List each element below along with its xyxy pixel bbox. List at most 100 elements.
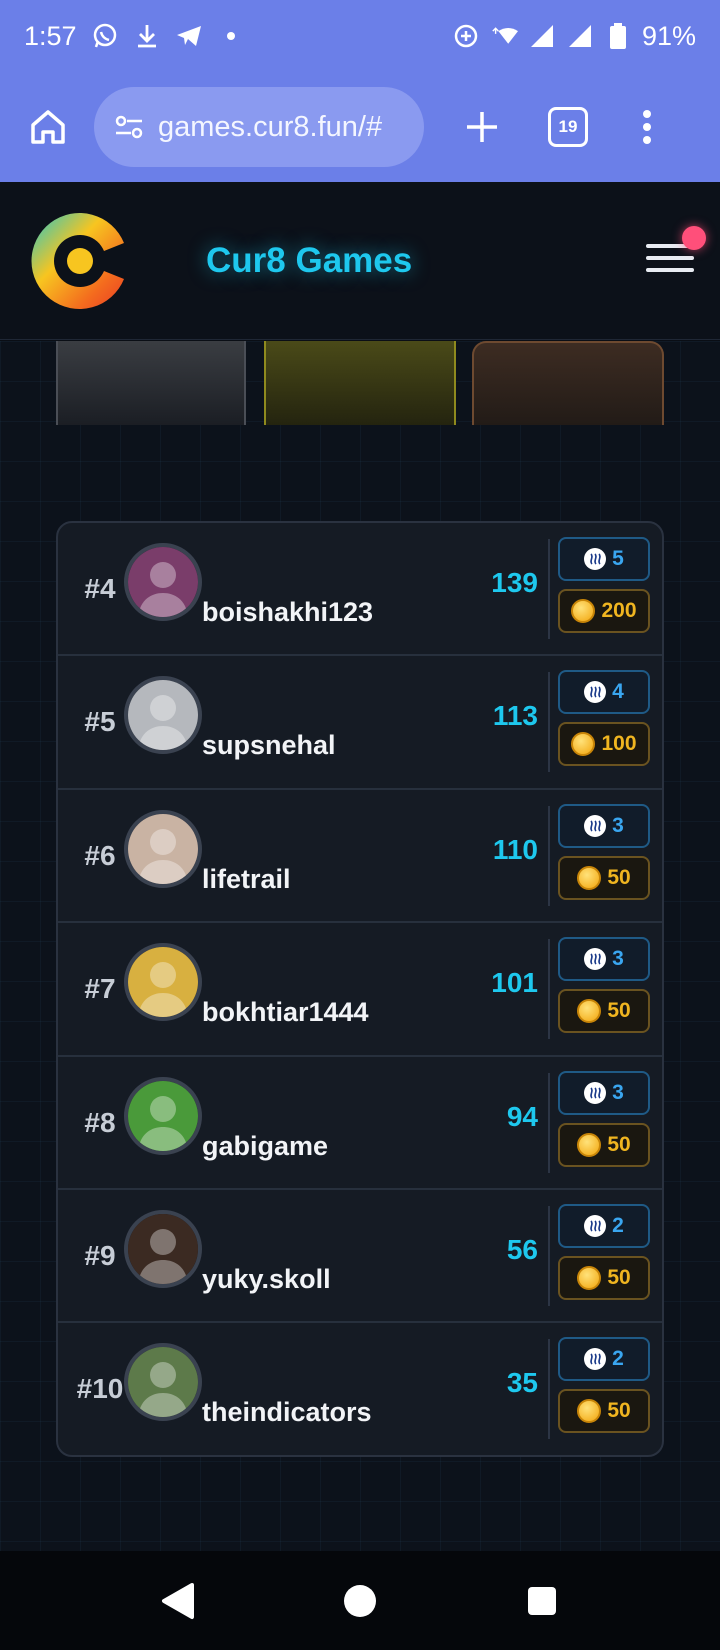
tab-switcher-button[interactable]: 19 bbox=[548, 107, 588, 147]
leaderboard-row[interactable]: #9 yuky.skoll 56 2 50 bbox=[58, 1190, 662, 1324]
score: 113 bbox=[492, 700, 538, 732]
cur8-logo[interactable] bbox=[24, 205, 136, 317]
steem-icon bbox=[584, 948, 607, 971]
status-bar: 1:57 91% bbox=[0, 0, 720, 72]
more-vert-icon bbox=[643, 110, 651, 144]
username[interactable]: lifetrail bbox=[202, 864, 291, 895]
signal-icon-2 bbox=[566, 22, 594, 50]
score: 139 bbox=[491, 567, 538, 598]
home-icon bbox=[31, 110, 65, 144]
rank-label: #9 bbox=[84, 1239, 116, 1271]
username[interactable]: theindicators bbox=[202, 1397, 372, 1428]
back-icon[interactable] bbox=[160, 1581, 196, 1621]
app-header: Cur8 Games bbox=[0, 182, 720, 340]
app-title: Cur8 Games bbox=[206, 240, 413, 280]
coin-icon bbox=[577, 1132, 602, 1157]
coin-amount: 200 bbox=[601, 599, 637, 622]
coin-reward-badge: 50 bbox=[558, 1255, 650, 1300]
coin-amount: 50 bbox=[607, 1399, 631, 1423]
coin-reward-badge: 50 bbox=[558, 1389, 650, 1434]
steem-icon bbox=[584, 814, 607, 837]
leaderboard-list: #4 boishakhi123 139 5 200 #5 supsnehal 113 4 100 #… bbox=[56, 521, 664, 1457]
rewards: 2 50 bbox=[558, 1337, 650, 1434]
username[interactable]: bokhtiar1444 bbox=[202, 997, 369, 1028]
home-button[interactable] bbox=[24, 103, 72, 151]
steem-icon bbox=[584, 681, 607, 704]
username[interactable]: supsnehal bbox=[202, 730, 336, 761]
rewards: 3 50 bbox=[558, 803, 650, 900]
avatar[interactable] bbox=[124, 1076, 202, 1155]
steem-amount: 2 bbox=[612, 1347, 624, 1371]
home-nav-icon[interactable] bbox=[342, 1581, 378, 1621]
username[interactable]: yuky.skoll bbox=[202, 1264, 331, 1295]
leaderboard-row[interactable]: #8 gabigame 94 3 50 bbox=[58, 1057, 662, 1190]
leaderboard-row[interactable]: #5 supsnehal 113 4 100 bbox=[58, 656, 662, 790]
score: 110 bbox=[492, 833, 538, 865]
new-tab-button[interactable] bbox=[458, 103, 506, 151]
system-nav-bar bbox=[0, 1551, 720, 1650]
steem-icon bbox=[584, 1081, 607, 1104]
coin-icon bbox=[577, 999, 602, 1024]
rank-label: #10 bbox=[76, 1373, 124, 1405]
steem-icon bbox=[584, 548, 607, 570]
battery-icon bbox=[604, 22, 632, 50]
steem-reward-badge: 5 bbox=[558, 537, 650, 581]
row-divider bbox=[548, 805, 550, 906]
url-text: games.cur8.fun/# bbox=[158, 110, 383, 143]
coin-icon bbox=[571, 732, 596, 757]
whatsapp-icon bbox=[91, 22, 119, 50]
username[interactable]: boishakhi123 bbox=[202, 597, 373, 628]
coin-reward-badge: 50 bbox=[558, 989, 650, 1034]
leaderboard-row[interactable]: #4 boishakhi123 139 5 200 bbox=[58, 523, 662, 657]
rank-label: #7 bbox=[84, 973, 116, 1005]
site-settings-icon bbox=[115, 115, 143, 139]
leaderboard-row[interactable]: #6 lifetrail 110 3 50 bbox=[58, 790, 662, 924]
url-bar[interactable]: games.cur8.fun/# bbox=[94, 87, 424, 167]
username[interactable]: gabigame bbox=[202, 1131, 328, 1162]
battery-percent: 91% bbox=[641, 20, 696, 51]
row-divider bbox=[548, 1205, 550, 1306]
coin-icon bbox=[577, 1399, 602, 1424]
podium-third bbox=[472, 341, 664, 425]
steem-icon bbox=[584, 1214, 607, 1237]
coin-amount: 50 bbox=[607, 1132, 631, 1156]
coin-icon bbox=[577, 865, 602, 890]
avatar[interactable] bbox=[124, 1209, 202, 1288]
coin-reward-badge: 100 bbox=[558, 722, 650, 767]
rank-label: #8 bbox=[84, 1106, 116, 1138]
avatar[interactable] bbox=[124, 809, 202, 888]
row-divider bbox=[548, 539, 550, 639]
row-divider bbox=[548, 939, 550, 1040]
avatar[interactable] bbox=[124, 1343, 202, 1422]
rank-label: #4 bbox=[84, 573, 116, 604]
rewards: 2 50 bbox=[558, 1203, 650, 1300]
row-divider bbox=[548, 1339, 550, 1440]
leaderboard-row[interactable]: #10 theindicators 35 2 50 bbox=[58, 1323, 662, 1455]
steem-amount: 5 bbox=[612, 547, 624, 570]
steem-icon bbox=[584, 1348, 607, 1371]
row-divider bbox=[548, 672, 550, 773]
avatar[interactable] bbox=[124, 943, 202, 1022]
steem-reward-badge: 3 bbox=[558, 937, 650, 982]
coin-icon bbox=[577, 1265, 602, 1290]
recents-icon[interactable] bbox=[524, 1581, 560, 1621]
steem-reward-badge: 3 bbox=[558, 803, 650, 848]
podium-second bbox=[56, 341, 246, 425]
steem-amount: 4 bbox=[612, 680, 624, 704]
steem-amount: 3 bbox=[612, 813, 624, 837]
plus-icon bbox=[467, 112, 497, 142]
signal-icon bbox=[528, 22, 556, 50]
steem-amount: 3 bbox=[612, 947, 624, 971]
dot-icon bbox=[217, 22, 245, 50]
avatar[interactable] bbox=[124, 543, 202, 621]
avatar[interactable] bbox=[124, 676, 202, 755]
leaderboard-row[interactable]: #7 bokhtiar1444 101 3 50 bbox=[58, 923, 662, 1057]
steem-amount: 3 bbox=[612, 1080, 624, 1104]
more-menu-button[interactable] bbox=[632, 103, 662, 151]
podium-first bbox=[264, 341, 456, 425]
score: 35 bbox=[506, 1367, 538, 1399]
coin-amount: 50 bbox=[607, 1265, 631, 1289]
score: 101 bbox=[491, 967, 538, 999]
steem-reward-badge: 4 bbox=[558, 670, 650, 715]
rank-label: #6 bbox=[84, 839, 116, 871]
